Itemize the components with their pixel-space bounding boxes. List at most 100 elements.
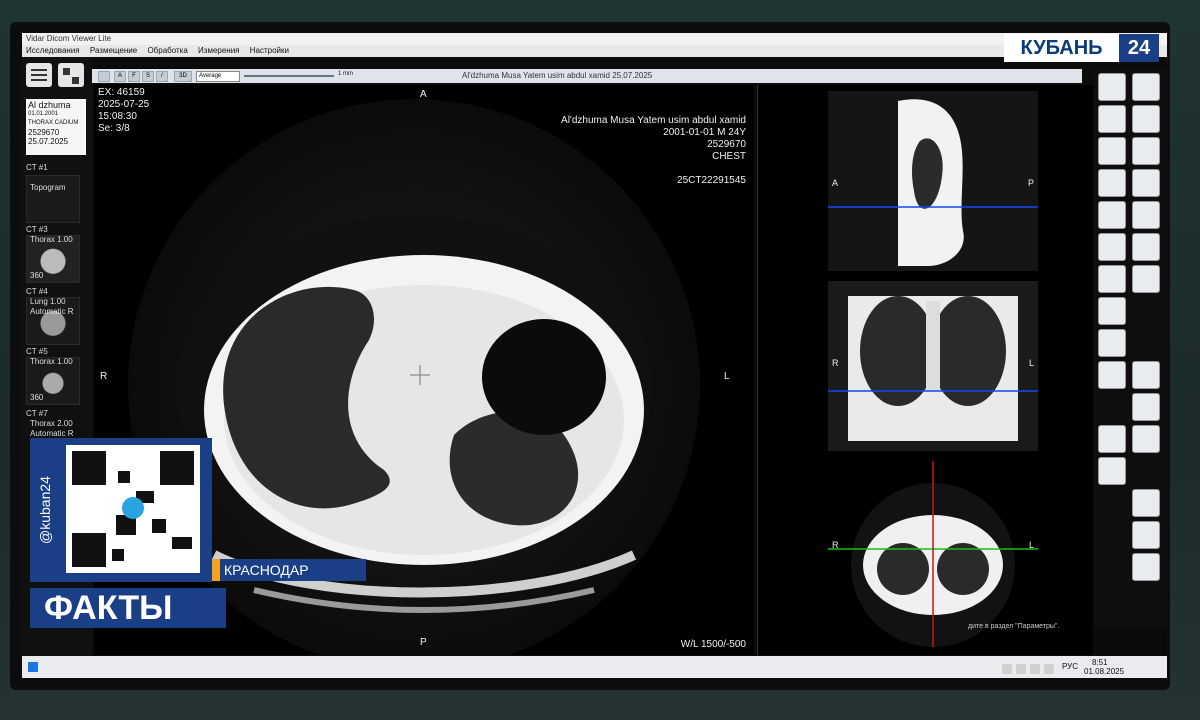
curve-icon[interactable] (1098, 233, 1126, 261)
sharpen-button[interactable]: S (142, 71, 154, 82)
coronal-viewport[interactable]: R L (828, 281, 1038, 451)
triangle-icon[interactable] (1132, 393, 1160, 421)
series-1-label[interactable]: CT #1 (26, 163, 78, 172)
sagittal-viewport[interactable]: A P (828, 91, 1038, 271)
eye-icon[interactable] (98, 71, 110, 82)
clock-time: 8:51 (1092, 658, 1108, 667)
patient-dob: 01.01.2001 (28, 111, 59, 117)
orientation-right: R (100, 371, 108, 382)
mode-select[interactable]: Average (196, 71, 240, 82)
menu-processing[interactable]: Обработка (147, 46, 187, 55)
window-level: W/L 1500/-500 (680, 639, 746, 650)
series-5-desc: Thorax 1.00 (30, 357, 73, 366)
dicom-viewer-screen: Vidar Dicom Viewer Lite Исследования Раз… (22, 33, 1167, 680)
patient-id: 2529670 (28, 128, 60, 137)
patient-card[interactable]: Al dzhuma 01.01.2001 THORAX CADIUM 25296… (26, 99, 86, 155)
series-1-desc: Topogram (30, 183, 66, 192)
3d-button[interactable]: 3D (174, 71, 192, 82)
settings-hint: дите в раздел "Параметры". (968, 623, 1060, 630)
zero-icon[interactable] (1098, 297, 1126, 325)
mpr-panels: A P R L R L дите в раздел "Параметры". (757, 85, 1093, 655)
sagittal-image (828, 91, 1038, 271)
line-tool-button[interactable]: / (156, 71, 168, 82)
menu-layout[interactable]: Размещение (90, 46, 137, 55)
axial-mini-viewport[interactable]: R L дите в раздел "Параметры". (828, 461, 1059, 647)
axial-mini-image (828, 461, 1038, 647)
series-4-extra: Automatic R (30, 307, 74, 316)
print-icon[interactable] (1132, 137, 1160, 165)
axial-mini-orientation-r: R (832, 540, 839, 550)
text-icon[interactable] (1132, 425, 1160, 453)
exam-date: 2025-07-25 (98, 99, 150, 110)
menu-measurements[interactable]: Измерения (198, 46, 239, 55)
export-icon[interactable] (1098, 105, 1126, 133)
line-icon[interactable] (1098, 201, 1126, 229)
clipboard-icon[interactable] (1132, 169, 1160, 197)
series-3-label[interactable]: CT #3 (26, 225, 78, 234)
auto-window-button[interactable]: A (114, 71, 126, 82)
social-handle: @kuban24 (30, 438, 60, 582)
menu-settings[interactable]: Настройки (250, 46, 289, 55)
sagittal-orientation-p: P (1027, 178, 1034, 188)
grid-icon[interactable] (58, 63, 84, 87)
angle-icon[interactable] (1132, 233, 1160, 261)
filter-button[interactable]: F (128, 71, 140, 82)
contrast-icon[interactable] (1098, 169, 1126, 197)
series-7-desc: Thorax 2.00 (30, 419, 73, 428)
series-5-count: 360 (30, 393, 44, 402)
eye-tool-icon[interactable] (1132, 553, 1160, 581)
arrows-icon[interactable] (1098, 329, 1126, 357)
clock-date: 01.08.2025 (1084, 667, 1125, 676)
dropper-icon[interactable] (1132, 361, 1160, 389)
mask-icon[interactable] (1098, 265, 1126, 293)
patient-name-overlay: Al'dzhuma Musa Yatem usim abdul xamid (561, 115, 746, 126)
check-icon[interactable] (1132, 521, 1160, 549)
series-4-desc: Lung 1.00 (30, 297, 66, 306)
tray-icon[interactable] (1030, 664, 1040, 674)
series-5-label[interactable]: CT #5 (26, 347, 78, 356)
cursor-icon[interactable] (1132, 489, 1160, 517)
patient-banner: Al'dzhuma Musa Yatem usim abdul xamid 25… (462, 71, 653, 80)
body-part: CHEST (712, 151, 746, 162)
coronal-orientation-r: R (832, 358, 839, 368)
tray-icon[interactable] (1044, 664, 1054, 674)
settings-icon[interactable] (1098, 425, 1126, 453)
location-label: КРАСНОДАР (212, 559, 366, 581)
list-icon[interactable] (26, 63, 52, 87)
series-3-count: 360 (30, 271, 44, 280)
tray-icon[interactable] (1002, 664, 1012, 674)
qr-code (66, 445, 200, 573)
folder-icon[interactable] (1132, 73, 1160, 101)
crosshair-icon[interactable] (1098, 361, 1126, 389)
language-indicator[interactable]: РУС (1062, 662, 1078, 671)
undo-icon[interactable] (1098, 73, 1126, 101)
study-line: THORAX CADIUM (28, 120, 79, 126)
location-accent (212, 559, 220, 581)
circle-icon[interactable] (1132, 265, 1160, 293)
disc-icon[interactable] (1132, 105, 1160, 133)
series-7-label[interactable]: CT #7 (26, 409, 78, 418)
tray-icon[interactable] (1016, 664, 1026, 674)
start-icon[interactable] (28, 662, 38, 672)
edit-icon[interactable] (1098, 137, 1126, 165)
patient-name: Al dzhuma (28, 100, 71, 110)
channel-logo: КУБАНЬ (1004, 34, 1119, 62)
film-icon[interactable] (1098, 457, 1126, 485)
series-index: Se: 3/8 (98, 123, 130, 134)
orientation-anterior: A (420, 89, 427, 100)
patient-id-overlay: 2529670 (707, 139, 746, 150)
exam-time: 15:08:30 (98, 111, 137, 122)
telegram-icon (122, 497, 144, 519)
channel-number: 24 (1119, 34, 1159, 62)
series-4-label[interactable]: CT #4 (26, 287, 78, 296)
slider-label: 1 mm (338, 71, 353, 77)
show-title: ФАКТЫ (30, 588, 226, 628)
series-7-extra: Automatic R (30, 429, 74, 438)
thickness-slider[interactable] (244, 75, 334, 77)
ruler-icon[interactable] (1132, 201, 1160, 229)
orientation-left: L (724, 371, 730, 382)
study-id: 25CT22291545 (677, 175, 746, 186)
axial-mini-orientation-l: L (1028, 540, 1034, 550)
coronal-image (828, 281, 1038, 451)
menu-studies[interactable]: Исследования (26, 46, 80, 55)
